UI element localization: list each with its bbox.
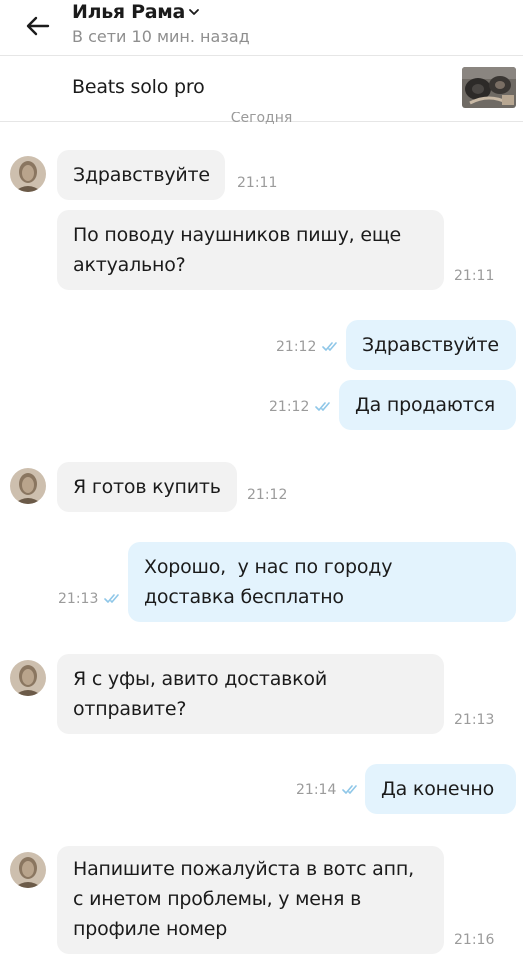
double-check-icon <box>315 402 331 411</box>
message-text-line: Напишите пожалуйста в вотс апп, <box>73 858 414 880</box>
message-meta: 21:13 <box>58 591 122 607</box>
message-bubble-incoming[interactable]: Я готов купить 21:12 <box>57 462 287 512</box>
message-text-line: доставка бесплатно <box>144 586 344 608</box>
header-divider <box>0 55 523 56</box>
message-text: Здравствуйте <box>73 164 210 186</box>
message-text-line: Я с уфы, авито доставкой <box>73 668 327 690</box>
message-time: 21:14 <box>296 782 337 798</box>
back-arrow-icon <box>26 16 50 36</box>
message-text-line: Хорошо, у нас по городу <box>144 556 393 578</box>
back-button[interactable] <box>20 8 56 44</box>
message-text: Да конечно <box>381 778 495 800</box>
message-meta: 21:14 <box>296 782 360 798</box>
message-meta: 21:12 <box>269 399 333 415</box>
double-check-icon <box>322 342 338 351</box>
message-bubble-outgoing[interactable]: Да продаются <box>339 380 516 430</box>
message-text: Я готов купить <box>73 476 221 498</box>
message-bubble-incoming[interactable]: Напишите пожалуйста в вотс апп, с инетом… <box>57 846 494 954</box>
message-time: 21:13 <box>58 591 99 607</box>
double-check-icon <box>104 594 120 603</box>
message-bubble-incoming[interactable]: Здравствуйте 21:11 <box>57 150 277 200</box>
message-time: 21:11 <box>454 268 495 284</box>
message-time: 21:12 <box>247 487 288 503</box>
message-time: 21:13 <box>454 712 495 728</box>
avatar[interactable] <box>10 852 46 888</box>
contact-name: Илья Рама <box>72 1 186 23</box>
message-bubble-incoming[interactable]: Я с уфы, авито доставкой отправите? 21:1… <box>57 654 494 734</box>
message-text: Да продаются <box>355 394 495 416</box>
listing-thumbnail[interactable] <box>462 67 516 108</box>
online-status: В сети 10 мин. назад <box>72 27 250 46</box>
message-bubble-outgoing[interactable]: Хорошо, у нас по городу доставка бесплат… <box>128 542 516 622</box>
message-bubble-outgoing[interactable]: Да конечно <box>365 764 516 814</box>
avatar[interactable] <box>10 156 46 192</box>
double-check-icon <box>342 785 358 794</box>
message-time: 21:12 <box>269 399 310 415</box>
message-bubble-outgoing[interactable]: Здравствуйте <box>346 320 516 370</box>
message-text: Здравствуйте <box>362 334 499 356</box>
message-time: 21:12 <box>276 339 317 355</box>
message-bubble-incoming[interactable]: По поводу наушников пишу, еще актуально?… <box>57 210 494 290</box>
chat-header: Илья Рама В сети 10 мин. назад <box>0 0 523 56</box>
avatar[interactable] <box>10 660 46 696</box>
message-time: 21:16 <box>454 932 495 948</box>
listing-title: Beats solo pro <box>72 76 205 98</box>
message-text-line: По поводу наушников пишу, еще <box>73 224 401 246</box>
message-text-line: актуально? <box>73 254 186 276</box>
message-meta: 21:12 <box>276 339 340 355</box>
message-time: 21:11 <box>237 175 278 191</box>
message-text-line: профиле номер <box>73 918 228 940</box>
message-text-line: отправите? <box>73 698 187 720</box>
message-list[interactable]: Здравствуйте 21:11 По поводу наушников п… <box>0 122 523 961</box>
chevron-down-icon <box>189 9 199 15</box>
avatar[interactable] <box>10 468 46 504</box>
message-text-line: с инетом проблемы, у меня в <box>73 888 362 910</box>
contact-name-toggle[interactable]: Илья Рама <box>72 0 201 26</box>
